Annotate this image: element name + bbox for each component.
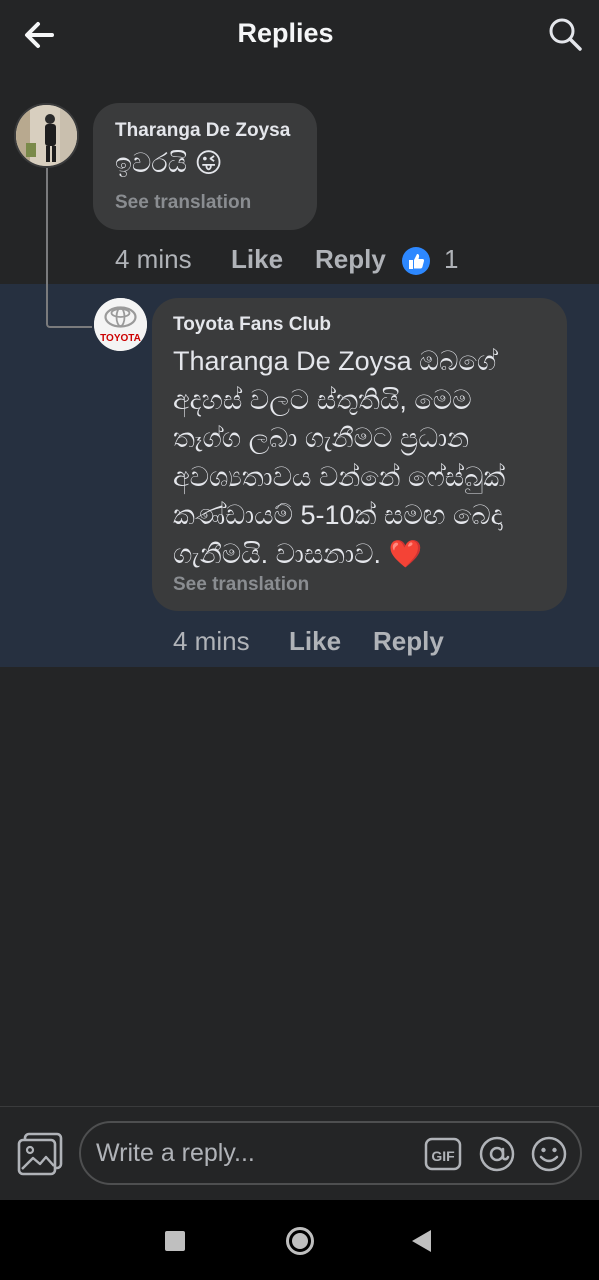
mention-icon[interactable] — [478, 1135, 516, 1173]
toyota-logo-text: TOYOTA — [100, 333, 141, 344]
gif-icon[interactable]: GIF — [424, 1136, 462, 1172]
user-photo-icon — [16, 105, 77, 166]
home-icon[interactable] — [285, 1226, 315, 1256]
comment-time: 4 mins — [115, 244, 192, 274]
thread-connector-line — [46, 168, 92, 328]
comment-text: Tharanga De Zoysa ඔබගේ අදහස් වලට ස්තුතිය… — [173, 342, 505, 573]
comment-text-line: Tharanga De Zoysa ඔබගේ — [173, 346, 497, 376]
comment-text-line: අවශ්‍යතාවය වන්නේ ෆේස්බුක් — [173, 461, 506, 492]
page-title: Replies — [237, 18, 334, 48]
nav-back-icon[interactable] — [409, 1228, 433, 1254]
toyota-logo-icon: TOYOTA — [94, 298, 147, 351]
svg-text:GIF: GIF — [431, 1148, 455, 1164]
see-translation-link[interactable]: See translation — [173, 574, 309, 596]
reply-button[interactable]: Reply — [373, 626, 444, 657]
reply-placeholder[interactable]: Write a reply... — [96, 1139, 255, 1168]
comment-text-line: තෑග්ග ලබා ගැනීමට ප්‍රධාන — [173, 423, 470, 453]
like-button[interactable]: Like — [231, 244, 283, 275]
comment-time: 4 mins — [173, 626, 250, 656]
emoji-icon[interactable] — [530, 1135, 568, 1173]
reply-button[interactable]: Reply — [315, 244, 386, 275]
comment-author[interactable]: Toyota Fans Club — [173, 314, 331, 336]
comment-text: ඉවරයි 😜 — [115, 148, 223, 178]
comment-text-line: අදහස් වලට ස්තුතියි, මෙම — [173, 384, 472, 415]
reaction-count: 1 — [444, 244, 459, 274]
search-icon[interactable] — [546, 15, 584, 53]
like-reaction-icon[interactable] — [402, 247, 430, 275]
comment-text-line: කණ්ඩායම් 5-10ක් සමඟ බෙදා — [173, 500, 503, 530]
avatar[interactable]: TOYOTA — [94, 298, 147, 351]
recent-apps-icon[interactable] — [165, 1231, 185, 1251]
comment-author[interactable]: Tharanga De Zoysa — [115, 120, 290, 142]
comment-bubble[interactable]: Tharanga De Zoysa ඉවරයි 😜 See translatio… — [93, 103, 317, 230]
comment-bubble[interactable]: Toyota Fans Club Tharanga De Zoysa ඔබගේ … — [152, 298, 567, 611]
like-button[interactable]: Like — [289, 626, 341, 657]
top-bar: Replies — [0, 0, 599, 70]
photo-gallery-icon[interactable] — [16, 1131, 64, 1177]
comment-text-line: ගැනීමයි. වාසනාව. ❤️ — [173, 538, 423, 569]
avatar[interactable] — [14, 103, 79, 168]
see-translation-link[interactable]: See translation — [115, 192, 251, 214]
